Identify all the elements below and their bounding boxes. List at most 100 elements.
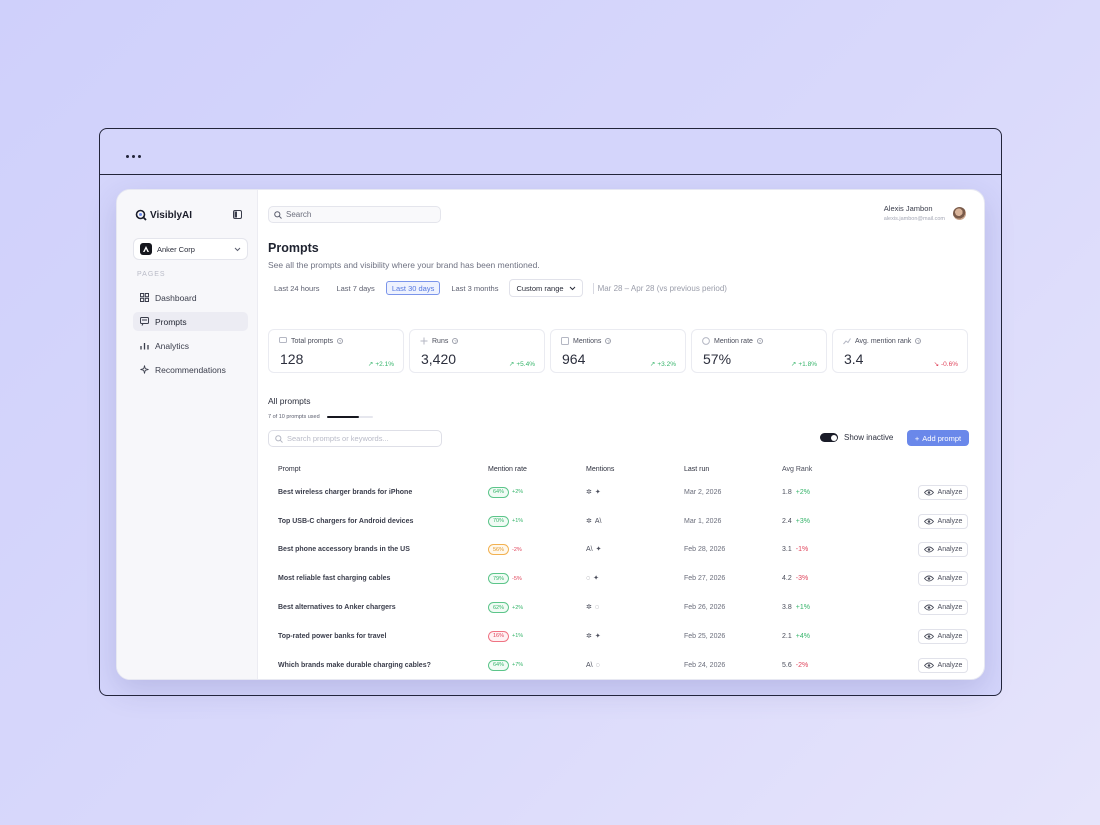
add-prompt-button[interactable]: + Add prompt [907,430,969,446]
range-last-3-months[interactable]: Last 3 months [445,281,504,295]
prompt-search-input[interactable]: Search prompts or keywords... [268,430,442,447]
mention-rate-badge: 70% [488,515,510,527]
prompt-search-placeholder: Search prompts or keywords... [287,434,389,443]
prompt-text: Best alternatives to Anker chargers [278,604,396,612]
avg-rank: 5.6 [782,661,792,669]
eye-icon [923,575,934,582]
model-icon: A\ [586,546,593,554]
analyze-label: Analyze [937,632,963,640]
search-input[interactable]: Search [268,206,441,223]
analyze-button[interactable]: Analyze [918,600,968,616]
mention-rate-badge: 64% [488,659,510,671]
eye-icon [923,547,934,553]
plus-icon: + [914,433,920,443]
table-row[interactable]: Which brands make durable charging cable… [268,651,968,679]
last-run: Mar 1, 2026 [684,517,722,525]
sidebar-item-prompts[interactable]: Prompts [133,312,248,331]
table-row[interactable]: Best alternatives to Anker chargers 62% +2… [268,593,968,622]
analyze-label: Analyze [937,546,963,554]
column-header-avg-rank[interactable]: Avg Rank [772,466,870,473]
analyze-button[interactable]: Analyze [918,484,968,500]
help-icon[interactable]: ? [452,338,459,344]
model-icon: ✦ [595,546,602,554]
dashboard-icon [140,293,149,302]
analyze-button[interactable]: Analyze [918,571,968,587]
usage-text: 7 of 10 prompts used [268,414,320,420]
column-header-prompt[interactable]: Prompt [268,466,478,473]
user-name: Alexis Jambon [883,204,933,213]
runs-icon [420,337,428,345]
column-header-mentions[interactable]: Mentions [576,466,674,473]
period-label: Mar 28 – Apr 28 (vs previous period) [597,283,727,293]
avatar[interactable] [953,206,966,220]
sidebar-item-analytics[interactable]: Analytics [133,336,248,355]
analyze-button[interactable]: Analyze [918,513,968,529]
custom-range-dropdown[interactable]: Custom range [509,279,583,297]
eye-icon [923,489,934,496]
stat-label: Avg. mention rank [855,337,912,345]
help-icon[interactable]: ? [915,338,922,344]
model-icon: ✦ [594,632,601,640]
range-last-30-days[interactable]: Last 30 days [385,281,441,295]
avg-rank: 1.8 [782,488,792,496]
range-last-7-days[interactable]: Last 7 days [330,281,380,295]
page-title: Prompts [268,241,319,255]
last-run: Feb 24, 2026 [684,661,726,669]
sparkle-icon [140,365,149,374]
show-inactive-label: Show inactive [844,433,894,442]
browser-title-bar [100,129,1001,175]
model-icon: A\ [594,517,602,525]
mention-rate-delta: +7% [512,662,524,669]
eye-icon [923,518,934,525]
chevron-down-icon [569,286,575,290]
range-last-24-hours[interactable]: Last 24 hours [268,281,325,295]
analyze-button[interactable]: Analyze [918,628,968,644]
usage-bar-fill [326,416,359,418]
usage-bar [326,416,373,418]
column-header-last-run[interactable]: Last run [674,466,772,473]
avg-rank-delta: -1% [795,546,809,554]
help-icon[interactable]: ? [605,338,612,344]
more-icon[interactable] [126,155,141,158]
sidebar: VisiblyAI Anker Corp PAGES Dashboard Pro… [117,190,258,679]
logo[interactable]: VisiblyAI [135,209,192,221]
stat-card-total-prompts: Total prompts ? 128 ↗ +2.1% [268,329,404,373]
analyze-button[interactable]: Analyze [918,657,968,673]
model-icon: ◌ [594,604,600,612]
sidebar-toggle-icon[interactable] [233,210,242,219]
model-icon: A\ [586,661,593,669]
help-icon[interactable]: ? [337,338,344,344]
prompt-text: Top USB-C chargers for Android devices [278,517,414,525]
stat-card-runs: Runs ? 3,420 ↗ +5.4% [409,329,545,373]
chat-icon [279,337,287,343]
sidebar-item-recommendations[interactable]: Recommendations [133,360,248,379]
avg-rank-delta: +1% [795,604,810,612]
sidebar-item-label: Dashboard [155,292,197,303]
prompts-icon [140,317,149,326]
prompt-text: Top-rated power banks for travel [278,632,387,640]
user-menu[interactable]: Alexis Jambon alexis.jambon@mail.com [884,204,966,222]
table-row[interactable]: Most reliable fast charging cables 79% -5%… [268,564,968,593]
toggle-switch[interactable] [820,433,838,442]
table-row[interactable]: Best wireless charger brands for iPhone 6… [268,478,968,507]
page-subtitle: See all the prompts and visibility where… [268,260,540,270]
analyze-label: Analyze [937,661,963,669]
model-icon: ✲ [586,488,592,496]
analyze-button[interactable]: Analyze [918,542,968,558]
column-header-mention-rate[interactable]: Mention rate [478,466,576,473]
prompt-text: Best phone accessory brands in the US [278,546,410,554]
show-inactive-toggle[interactable]: Show inactive [820,433,893,442]
table-row[interactable]: Top-rated power banks for travel 16% +1% ✲ ✦… [268,622,968,651]
sidebar-item-dashboard[interactable]: Dashboard [133,288,248,307]
org-switcher[interactable]: Anker Corp [133,238,248,260]
stat-card-mentions: Mentions ? 964 ↗ +3.2% [550,329,686,373]
table-row[interactable]: Top USB-C chargers for Android devices 70… [268,507,968,536]
stats-row: Total prompts ? 128 ↗ +2.1% Runs ? 3,420 … [268,329,968,373]
stat-label: Runs [432,337,449,345]
help-icon[interactable]: ? [756,338,763,344]
model-icon: ✲ [586,604,592,612]
last-run: Mar 2, 2026 [684,488,722,496]
logo-icon [135,209,147,221]
avg-rank: 2.1 [782,632,792,640]
table-row[interactable]: Best phone accessory brands in the US 56%… [268,536,968,565]
